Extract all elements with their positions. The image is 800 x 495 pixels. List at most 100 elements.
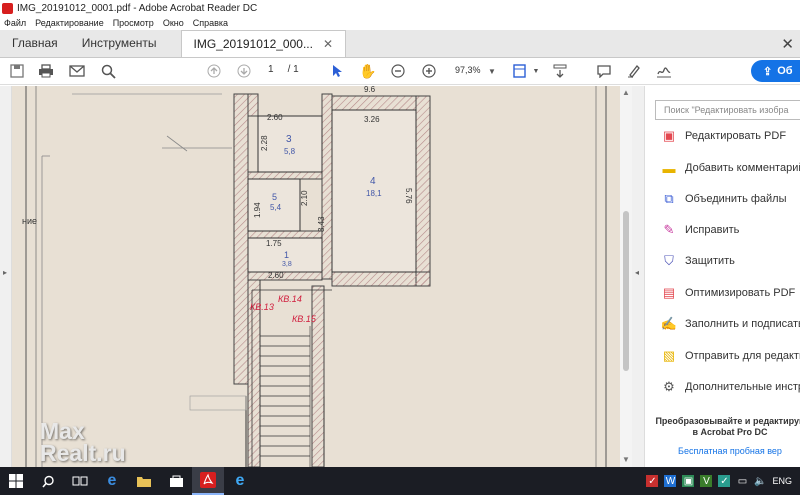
folder-icon[interactable] xyxy=(128,467,160,495)
print-icon[interactable] xyxy=(36,62,56,80)
tool-edit-pdf[interactable]: ▣ Редактировать PDF xyxy=(661,127,786,145)
tray-app-icon-5[interactable]: ✓ xyxy=(718,475,731,487)
dim-room3-width: 2.60 xyxy=(267,113,283,122)
comment-icon: ▬ xyxy=(662,160,676,176)
collapse-right-icon: ◂ xyxy=(635,268,640,277)
tool-send-for-review[interactable]: ▧ Отправить для редакти xyxy=(661,347,800,365)
optimize-icon: ▤ xyxy=(662,285,676,300)
combine-icon: ⧉ xyxy=(664,191,674,206)
right-panel-toggle[interactable]: ◂ xyxy=(632,86,644,467)
tool-protect[interactable]: ⛉ Защитить xyxy=(661,252,735,270)
left-panel-toggle[interactable]: ▸ xyxy=(0,86,12,467)
tab-bar: Главная Инструменты IMG_20191012_000... … xyxy=(0,30,800,58)
tray-app-icon-2[interactable]: W xyxy=(664,475,677,487)
mail-icon[interactable] xyxy=(67,62,87,80)
room4-area: 18,1 xyxy=(366,189,382,198)
scroll-thumb[interactable] xyxy=(623,211,629,371)
store-icon[interactable] xyxy=(160,467,192,495)
side-text: ние xyxy=(22,216,37,226)
start-button[interactable] xyxy=(0,467,32,495)
tab-document[interactable]: IMG_20191012_000... ✕ xyxy=(180,30,347,57)
room1-number: 1 xyxy=(284,250,289,260)
zoom-in-icon[interactable] xyxy=(419,62,439,80)
maxrealt-watermark: Max Realt.ru xyxy=(40,420,126,465)
send-icon: ▧ xyxy=(662,348,676,363)
tool-fill-sign[interactable]: ✍ Заполнить и подписать xyxy=(661,315,800,333)
tool-add-comment[interactable]: ▬ Добавить комментарий xyxy=(661,159,800,177)
save-icon[interactable] xyxy=(7,62,27,80)
title-bar: IMG_20191012_0001.pdf - Adobe Acrobat Re… xyxy=(0,0,800,16)
tab-home[interactable]: Главная xyxy=(0,29,70,57)
tool-combine-files[interactable]: ⧉ Объединить файлы xyxy=(661,190,787,208)
pen-icon: ✍ xyxy=(660,316,678,331)
fit-dropdown-chevron-icon[interactable]: ▼ xyxy=(526,62,546,80)
share-button[interactable]: ⇪ Об xyxy=(751,60,800,82)
zoom-out-icon[interactable] xyxy=(388,62,408,80)
menu-view[interactable]: Просмотр xyxy=(113,18,154,28)
scroll-up-icon[interactable]: ▲ xyxy=(622,88,630,97)
select-cursor-icon[interactable] xyxy=(327,62,347,80)
window-close-icon[interactable]: ✕ xyxy=(781,35,794,53)
search-icon[interactable] xyxy=(98,62,118,80)
tool-label: Редактировать PDF xyxy=(685,130,787,142)
stamp-kv14: КВ.14 xyxy=(278,294,302,304)
tool-more-tools[interactable]: ⚙ Дополнительные инстр xyxy=(661,378,800,396)
menu-edit[interactable]: Редактирование xyxy=(35,18,104,28)
more-tools-icon: ⚙ xyxy=(663,379,675,394)
page-current-input[interactable]: 1 xyxy=(268,64,274,75)
tab-tools[interactable]: Инструменты xyxy=(70,29,169,57)
toolbar: 1 / 1 ✋ 97,3% ▼ ▼ ⇪ Об xyxy=(0,58,800,85)
network-icon[interactable]: ▭ xyxy=(736,475,748,487)
dim-top: 9.6 xyxy=(364,86,376,94)
highlight-pen-icon[interactable] xyxy=(624,62,644,80)
taskbar: e e ✓ W ▣ V ✓ ▭ 🔈 ENG xyxy=(0,467,800,495)
close-icon[interactable]: ✕ xyxy=(323,37,333,51)
document-viewport[interactable]: ние 9.6 2.60 3.26 2.28 5.76 1.94 2.10 3.… xyxy=(12,86,620,467)
tools-search-input[interactable]: Поиск "Редактировать изобра xyxy=(655,100,800,120)
dim-room3-height: 2.28 xyxy=(260,135,269,151)
tool-fix[interactable]: ✎ Исправить xyxy=(661,221,740,239)
menu-window[interactable]: Окно xyxy=(163,18,184,28)
tool-label: Добавить комментарий xyxy=(685,162,800,174)
ie-icon[interactable]: e xyxy=(224,467,256,495)
next-page-icon[interactable] xyxy=(234,62,254,80)
dim-room1-width: 1.75 xyxy=(266,239,282,248)
tool-label: Объединить файлы xyxy=(685,193,787,205)
room5-number: 5 xyxy=(272,192,277,202)
dim-room4-width: 3.26 xyxy=(364,115,380,124)
acrobat-taskbar-icon[interactable] xyxy=(192,467,224,495)
sign-icon[interactable] xyxy=(654,62,674,80)
share-label: Об xyxy=(777,65,793,77)
room4-number: 4 xyxy=(370,176,376,187)
room3-number: 3 xyxy=(286,134,292,145)
search-icon[interactable] xyxy=(32,467,64,495)
dim-corridor: 3.43 xyxy=(317,216,326,232)
tool-label: Отправить для редакти xyxy=(685,350,800,362)
scroll-mode-icon[interactable] xyxy=(550,62,570,80)
shield-icon: ⛉ xyxy=(664,253,674,268)
tray-app-icon-1[interactable]: ✓ xyxy=(646,475,659,487)
edge-icon[interactable]: e xyxy=(96,467,128,495)
hand-tool-icon[interactable]: ✋ xyxy=(358,62,378,80)
scroll-down-icon[interactable]: ▼ xyxy=(622,455,630,464)
free-trial-link[interactable]: Бесплатная пробная вер xyxy=(655,446,800,456)
system-tray: ✓ W ▣ V ✓ ▭ 🔈 ENG xyxy=(646,467,792,495)
tool-label: Дополнительные инстр xyxy=(685,381,800,393)
expand-left-icon: ▸ xyxy=(3,268,8,277)
menu-file[interactable]: Файл xyxy=(4,18,26,28)
zoom-level[interactable]: 97,3% xyxy=(455,65,481,75)
tray-app-icon-4[interactable]: V xyxy=(700,475,713,487)
language-indicator[interactable]: ENG xyxy=(772,476,792,486)
menu-help[interactable]: Справка xyxy=(193,18,228,28)
share-icon: ⇪ xyxy=(763,65,773,78)
fill-sign-icon: ✎ xyxy=(663,222,675,237)
tool-optimize-pdf[interactable]: ▤ Оптимизировать PDF xyxy=(661,284,795,302)
volume-icon[interactable]: 🔈 xyxy=(754,475,766,487)
zoom-dropdown-chevron-icon[interactable]: ▼ xyxy=(482,62,502,80)
comment-icon[interactable] xyxy=(594,62,614,80)
prev-page-icon[interactable] xyxy=(204,62,224,80)
vertical-scrollbar[interactable]: ▲ ▼ xyxy=(620,86,632,467)
task-view-icon[interactable] xyxy=(64,467,96,495)
tray-app-icon-3[interactable]: ▣ xyxy=(682,475,695,487)
floorplan-scan: ние 9.6 2.60 3.26 2.28 5.76 1.94 2.10 3.… xyxy=(12,86,620,467)
